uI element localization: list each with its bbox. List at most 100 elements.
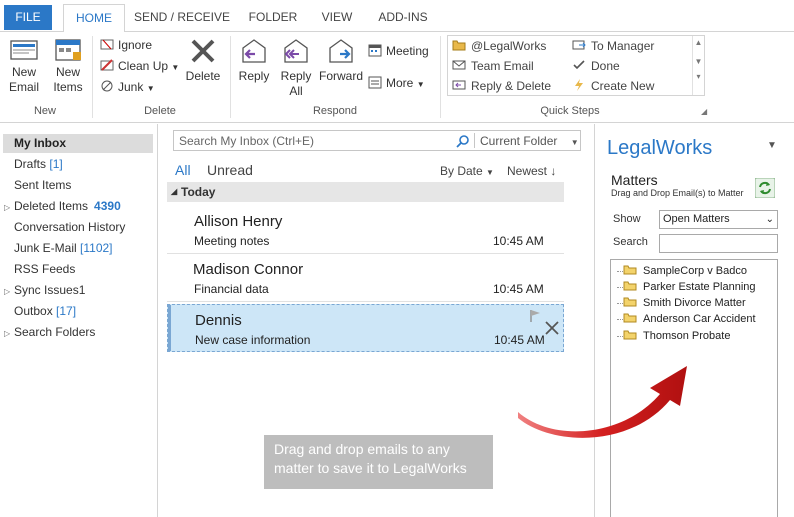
folder-junk-email[interactable]: Junk E-Mail [1102] [14, 241, 113, 255]
expand-gallery-icon[interactable]: ▾ [693, 72, 704, 81]
delete-button[interactable]: Delete [183, 36, 223, 84]
folder-drafts[interactable]: Drafts [1] [14, 157, 63, 171]
scroll-up-icon[interactable]: ▲ [693, 38, 704, 47]
expand-arrow-icon[interactable]: ▷ [4, 329, 10, 338]
new-email-label: New Email [8, 65, 39, 94]
folder-icon [623, 281, 637, 291]
folder-deleted-items[interactable]: Deleted Items 4390 [14, 199, 121, 213]
quick-step-reply-delete[interactable]: Reply & Delete [452, 79, 551, 93]
message-subject: Meeting notes [194, 234, 270, 248]
folder-label: Search Folders [14, 325, 96, 339]
ignore-button[interactable]: Ignore [100, 36, 152, 54]
show-dropdown[interactable]: Open Matters ⌄ [659, 210, 778, 229]
sort-order-label: Newest [507, 164, 548, 178]
tab-folder[interactable]: FOLDER [240, 4, 306, 32]
message-sender: Allison Henry [194, 213, 283, 230]
ribbon-separator [440, 36, 441, 118]
matter-label: SampleCorp v Badco [643, 265, 747, 277]
folder-rss-feeds[interactable]: RSS Feeds [14, 262, 75, 276]
reply-all-button[interactable]: Reply All [278, 36, 314, 99]
filter-unread[interactable]: Unread [207, 162, 253, 178]
delete-message-icon[interactable] [545, 321, 559, 335]
matter-label: Parker Estate Planning [643, 281, 756, 293]
quick-step-label: Reply & Delete [471, 79, 552, 93]
meeting-button[interactable]: Meeting [368, 42, 429, 60]
scroll-down-icon[interactable]: ▼ [693, 57, 704, 66]
group-label-new: New [33, 105, 56, 117]
flag-icon[interactable] [529, 309, 541, 322]
clean-up-button[interactable]: Clean Up ▼ [100, 57, 179, 75]
tab-send-receive[interactable]: SEND / RECEIVE [132, 4, 232, 32]
folder-sent-items[interactable]: Sent Items [14, 178, 71, 192]
quick-steps-scrollbar[interactable]: ▲ ▼ ▾ [692, 36, 704, 95]
dialog-launcher-icon[interactable]: ◢ [701, 107, 707, 116]
matter-search-input[interactable] [659, 234, 778, 253]
new-items-button[interactable]: New Items [50, 38, 86, 95]
message-time: 10:45 AM [493, 234, 544, 248]
tab-file[interactable]: FILE [4, 5, 52, 30]
matter-item[interactable]: Parker Estate Planning [623, 281, 756, 293]
folder-search-folders[interactable]: Search Folders [14, 325, 95, 339]
ribbon-tab-bar: FILE HOME SEND / RECEIVE FOLDER VIEW ADD… [0, 0, 794, 33]
matter-item[interactable]: Smith Divorce Matter [623, 297, 746, 309]
message-row-selected[interactable]: Dennis New case information 10:45 AM [167, 304, 564, 352]
matter-item[interactable]: Thomson Probate [623, 330, 730, 342]
quick-step-label: Done [591, 59, 620, 73]
legalworks-title: LegalWorks [607, 137, 713, 159]
meeting-label: Meeting [386, 44, 429, 58]
folder-icon [623, 330, 637, 340]
filter-all[interactable]: All [175, 162, 191, 178]
sort-order-toggle[interactable]: Newest ↓ [507, 164, 556, 178]
expand-arrow-icon[interactable]: ▷ [4, 287, 10, 296]
tab-add-ins[interactable]: ADD-INS [372, 4, 434, 32]
show-dropdown-value: Open Matters [663, 213, 730, 225]
more-button[interactable]: More ▼ [368, 74, 425, 92]
folder-pane: My Inbox Drafts [1] Sent Items ▷ Deleted… [0, 124, 158, 517]
email-icon [452, 60, 466, 70]
search-scope-label: Current Folder [480, 134, 558, 148]
search-divider [474, 133, 475, 148]
folder-conversation-history[interactable]: Conversation History [14, 220, 125, 234]
quick-step-create-new[interactable]: Create New [572, 79, 654, 93]
folder-label: Drafts [14, 157, 47, 171]
junk-button[interactable]: Junk ▼ [100, 78, 155, 96]
search-scope-dropdown[interactable]: Current Folder ▼ [480, 134, 579, 148]
reply-icon [242, 39, 266, 63]
message-sender: Madison Connor [193, 261, 304, 278]
folder-label: RSS Feeds [14, 262, 76, 276]
matters-subheading: Drag and Drop Email(s) to Matter [611, 188, 744, 198]
folder-label: Conversation History [14, 220, 126, 234]
sort-arrow-icon: ↓ [550, 164, 557, 178]
search-box[interactable]: Search My Inbox (Ctrl+E) Current Folder … [173, 130, 581, 151]
quick-step-to-manager[interactable]: To Manager [572, 39, 654, 53]
expand-arrow-icon[interactable]: ▷ [4, 203, 10, 212]
new-email-button[interactable]: New Email [6, 38, 42, 95]
reply-all-label: Reply All [280, 69, 312, 98]
forward-button[interactable]: Forward [318, 36, 364, 84]
quick-step-done[interactable]: Done [572, 59, 620, 73]
folder-outbox[interactable]: Outbox [17] [14, 304, 76, 318]
group-header-today[interactable]: ◢ Today [167, 182, 564, 202]
ignore-icon [100, 39, 114, 50]
message-row[interactable]: Allison Henry Meeting notes 10:45 AM [167, 206, 564, 254]
ribbon-separator [230, 36, 231, 118]
matter-item[interactable]: SampleCorp v Badco [623, 265, 747, 277]
collapse-arrow-icon[interactable]: ◢ [171, 182, 177, 202]
quick-step-legalworks[interactable]: @LegalWorks [452, 39, 546, 53]
folder-sync-issues[interactable]: Sync Issues1 [14, 283, 85, 297]
reply-button[interactable]: Reply [236, 36, 272, 84]
more-label: More [386, 76, 414, 90]
folder-my-inbox[interactable]: My Inbox [3, 134, 153, 153]
refresh-icon[interactable] [755, 178, 775, 198]
message-row[interactable]: Madison Connor Financial data 10:45 AM [167, 254, 564, 302]
pane-menu-icon[interactable]: ▼ [767, 140, 777, 151]
matter-item[interactable]: Anderson Car Accident [623, 313, 756, 325]
tab-view[interactable]: VIEW [312, 4, 362, 32]
folder-count: [17] [56, 304, 77, 318]
sort-by-dropdown[interactable]: By Date ▼ [440, 164, 494, 178]
search-icon[interactable] [456, 134, 470, 148]
quick-step-label: Team Email [471, 59, 534, 73]
search-input[interactable]: Search My Inbox (Ctrl+E) [179, 134, 314, 148]
tab-home[interactable]: HOME [63, 4, 125, 33]
quick-step-team-email[interactable]: Team Email [452, 59, 534, 73]
